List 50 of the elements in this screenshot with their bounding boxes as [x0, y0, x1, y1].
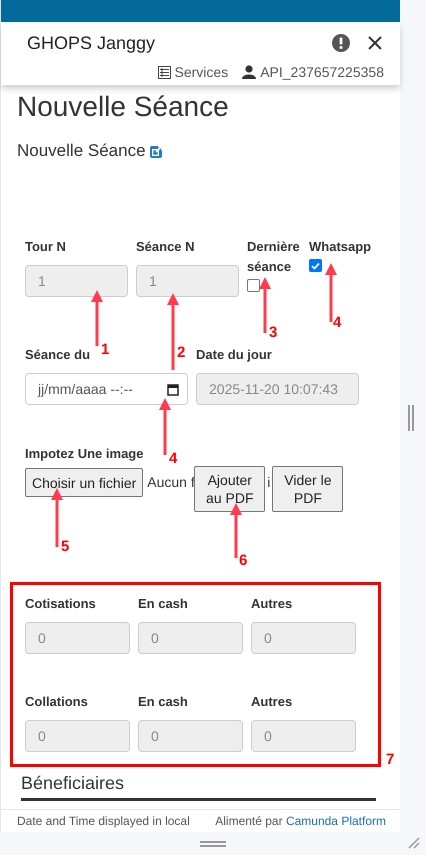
user-icon: [242, 65, 256, 79]
platform-link[interactable]: Camunda Platform: [286, 814, 386, 828]
annotation-number: 2: [177, 345, 186, 361]
field-label: En cash: [138, 693, 188, 711]
annotation-arrow: [51, 488, 63, 547]
user-name[interactable]: API_237657225358: [260, 64, 384, 80]
clear-pdf-button[interactable]: Vider le PDF: [272, 466, 344, 512]
page-title: Nouvelle Séance: [17, 91, 229, 123]
resize-corner-icon[interactable]: [408, 837, 420, 849]
annotation-number: 3: [269, 325, 278, 341]
file-status: i: [267, 473, 270, 492]
add-to-pdf-button[interactable]: Ajouter au PDF: [194, 466, 266, 512]
annotation-number: 6: [239, 553, 248, 569]
resize-handle[interactable]: [408, 405, 414, 431]
checkbox[interactable]: [309, 259, 322, 272]
field-label: Whatsapp: [309, 238, 372, 256]
annotation-number: 4: [333, 315, 342, 331]
field-label: Tour N: [25, 238, 66, 256]
section-heading: Béneficiaires: [21, 772, 124, 794]
field-label: Autres: [251, 595, 292, 613]
field-label: Cotisations: [25, 595, 96, 613]
field-label: Séance N: [136, 238, 195, 256]
field-label: Date du jour: [196, 346, 272, 364]
calendar-icon[interactable]: [167, 382, 179, 396]
field-label: En cash: [138, 595, 188, 613]
resize-handle[interactable]: [200, 840, 226, 846]
annotation-number: 1: [101, 342, 110, 358]
datetime-field[interactable]: jj/mm/aaaa --:--: [25, 373, 188, 405]
alert-icon[interactable]: [332, 34, 350, 52]
app-title: GHOPS Janggy: [27, 32, 156, 54]
external-link-icon[interactable]: [150, 144, 163, 158]
form-title: Nouvelle Séance: [17, 141, 146, 161]
powered-by-text: Alimenté par Camunda Platform: [215, 814, 386, 828]
annotation-arrow: [91, 290, 103, 346]
annotation-arrow: [259, 277, 271, 333]
upload-label: Impotez Une image: [25, 445, 144, 463]
checkbox[interactable]: [247, 279, 260, 292]
field-label: Dernière séance: [247, 238, 301, 276]
field-label: Séance du: [25, 346, 90, 364]
annotation-number: 4: [169, 451, 178, 467]
choose-file-button[interactable]: Choisir un fichier: [25, 468, 144, 497]
annotation-number: 5: [61, 539, 70, 555]
list-icon: [158, 66, 171, 78]
close-icon[interactable]: [368, 36, 382, 50]
footer-note: Date and Time displayed in local: [17, 814, 190, 828]
annotation-arrow: [159, 398, 171, 455]
annotation-number: 7: [386, 752, 394, 768]
services-link[interactable]: Services: [174, 64, 228, 80]
field-label: Collations: [25, 693, 88, 711]
field-label: Autres: [251, 693, 292, 711]
